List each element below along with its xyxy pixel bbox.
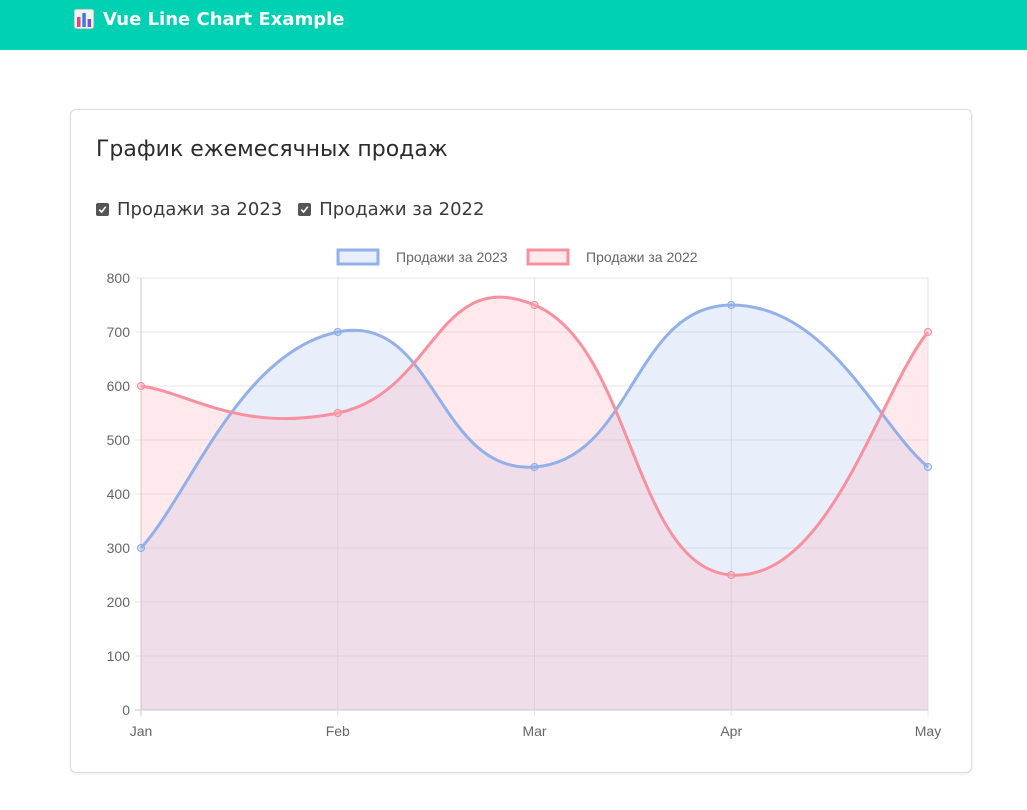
data-point <box>530 300 539 310</box>
data-point <box>333 327 342 337</box>
x-tick-label: Jan <box>130 723 153 739</box>
data-point <box>727 300 736 310</box>
y-tick-label: 0 <box>122 702 130 718</box>
line-chart: 0 100 200 300 400 500 600 700 800 Jan Feb Mar Apr May… <box>107 248 941 739</box>
y-tick-label: 300 <box>107 540 131 556</box>
data-point <box>727 570 736 580</box>
y-tick-label: 400 <box>107 486 131 502</box>
data-point <box>136 381 146 391</box>
x-tick-label: Feb <box>326 723 350 739</box>
y-tick-label: 200 <box>107 594 131 610</box>
x-tick-label: May <box>915 723 941 739</box>
y-tick-label: 100 <box>107 648 131 664</box>
y-tick-label: 600 <box>107 378 131 394</box>
data-point <box>333 408 342 418</box>
legend-label: Продажи за 2023 <box>396 249 508 265</box>
data-point <box>136 543 146 553</box>
bar-chart-icon <box>74 9 94 29</box>
x-tick-label: Apr <box>720 723 742 739</box>
data-point <box>923 327 933 337</box>
y-tick-label: 500 <box>107 432 131 448</box>
legend-swatch <box>336 248 380 266</box>
y-tick-label: 700 <box>107 324 131 340</box>
chart-card: График ежемесячных продаж Продажи за 202… <box>70 109 972 773</box>
x-tick-label: Mar <box>522 723 546 739</box>
app-title: Vue Line Chart Example <box>103 8 345 30</box>
top-bar: Vue Line Chart Example <box>0 0 1027 50</box>
y-tick-label: 800 <box>107 270 131 286</box>
legend-label: Продажи за 2022 <box>586 249 698 265</box>
data-point <box>530 462 539 472</box>
legend-swatch <box>526 248 570 266</box>
data-point <box>923 462 933 472</box>
